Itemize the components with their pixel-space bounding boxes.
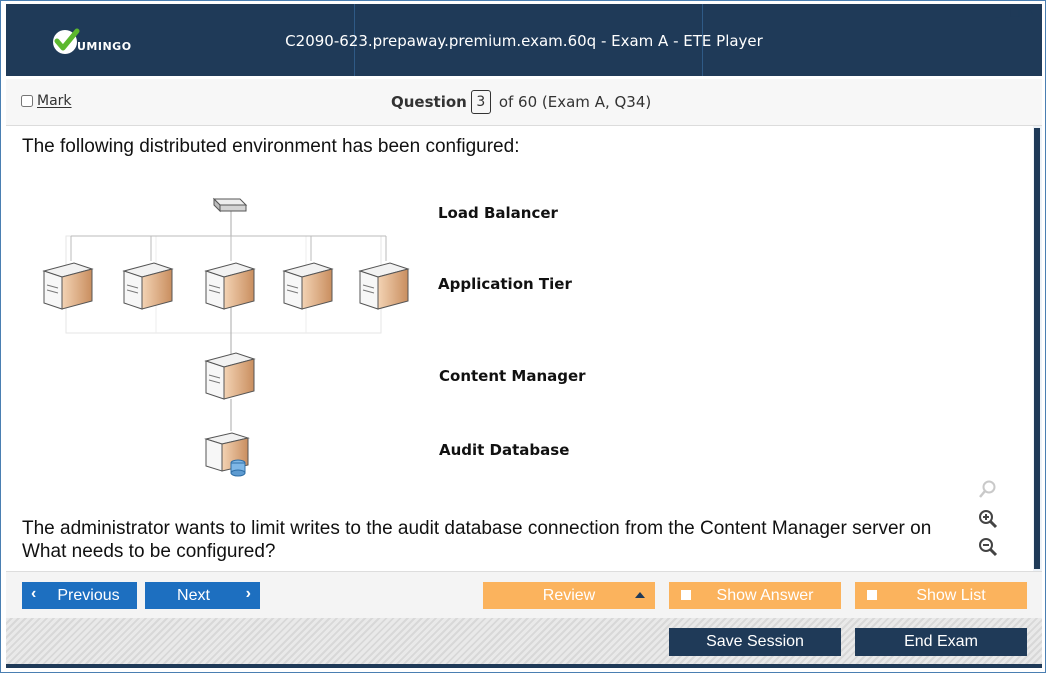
bottom-accent-line: [6, 664, 1042, 668]
architecture-diagram-image: [42, 197, 410, 477]
app-server: [282, 262, 334, 310]
question-bar: Mark Question 3 of 60 (Exam A, Q34): [6, 79, 1042, 126]
zoom-out-icon: [979, 538, 998, 557]
content-scrollbar[interactable]: [1033, 126, 1042, 571]
question-number-input[interactable]: 3: [470, 90, 491, 114]
title-bar: UMINGO C2090-623.prepaway.premium.exam.6…: [6, 4, 1042, 76]
zoom-in-button[interactable]: [974, 506, 1002, 532]
scrollbar-thumb[interactable]: [1034, 128, 1040, 569]
window-title: C2090-623.prepaway.premium.exam.60q - Ex…: [285, 32, 763, 50]
zoom-controls: [974, 476, 1004, 562]
caret-up-icon: [635, 592, 645, 598]
chevron-right-icon: ›: [245, 585, 251, 602]
chevron-left-icon: ‹: [31, 585, 37, 602]
magnifier-icon: [979, 480, 996, 498]
question-intro: The following distributed environment ha…: [22, 136, 520, 157]
next-label: Next: [177, 586, 210, 604]
app-server: [204, 262, 256, 310]
question-line-1: The administrator wants to limit writes …: [22, 518, 932, 539]
label-load-balancer: Load Balancer: [438, 204, 558, 222]
show-list-checkbox[interactable]: [867, 590, 877, 600]
review-button[interactable]: Review: [483, 582, 655, 609]
review-label: Review: [542, 586, 596, 604]
architecture-diagram: Load Balancer Application Tier Content M…: [26, 181, 596, 481]
show-list-button[interactable]: Show List: [855, 582, 1027, 609]
question-info: Question 3 of 60 (Exam A, Q34): [391, 90, 651, 114]
window-controls: _ □ ✕: [993, 5, 1035, 19]
footer-bar: Save Session End Exam: [6, 618, 1042, 664]
app-server: [358, 262, 410, 310]
content-manager-server: [204, 352, 256, 400]
previous-label: Previous: [57, 586, 120, 604]
maximize-button[interactable]: □: [1009, 5, 1020, 19]
mark-checkbox[interactable]: Mark: [21, 93, 72, 109]
label-audit-database: Audit Database: [439, 441, 570, 459]
zoom-out-button[interactable]: [974, 534, 1002, 560]
end-exam-label: End Exam: [904, 633, 978, 650]
question-body: The administrator wants to limit writes …: [22, 517, 931, 563]
show-answer-button[interactable]: Show Answer: [669, 582, 841, 609]
question-label: Question: [391, 93, 467, 111]
mark-checkbox-input[interactable]: [21, 95, 33, 107]
question-line-2: What needs to be configured?: [22, 541, 276, 562]
save-session-label: Save Session: [706, 633, 804, 650]
mark-label: Mark: [37, 93, 72, 109]
previous-button[interactable]: ‹ Previous: [22, 582, 137, 609]
show-answer-checkbox[interactable]: [681, 590, 691, 600]
close-button[interactable]: ✕: [1025, 5, 1035, 19]
label-content-manager: Content Manager: [439, 367, 586, 385]
show-answer-label: Show Answer: [716, 586, 814, 604]
load-balancer-device: [212, 197, 248, 213]
end-exam-button[interactable]: End Exam: [855, 628, 1027, 656]
label-application-tier: Application Tier: [438, 275, 572, 293]
question-content: The following distributed environment ha…: [6, 126, 1030, 571]
navigation-bar: ‹ Previous Next › Review Show Answer Sho…: [6, 571, 1042, 618]
save-session-button[interactable]: Save Session: [669, 628, 841, 656]
audit-database-server: [204, 432, 250, 477]
app-server: [122, 262, 174, 310]
show-list-label: Show List: [916, 586, 986, 604]
next-button[interactable]: Next ›: [145, 582, 260, 609]
minimize-button[interactable]: _: [993, 5, 1003, 19]
zoom-in-icon: [979, 510, 998, 529]
app-window: UMINGO C2090-623.prepaway.premium.exam.6…: [0, 0, 1046, 673]
app-server: [42, 262, 94, 310]
zoom-reset-button[interactable]: [974, 476, 1002, 502]
question-suffix: of 60 (Exam A, Q34): [498, 93, 652, 111]
